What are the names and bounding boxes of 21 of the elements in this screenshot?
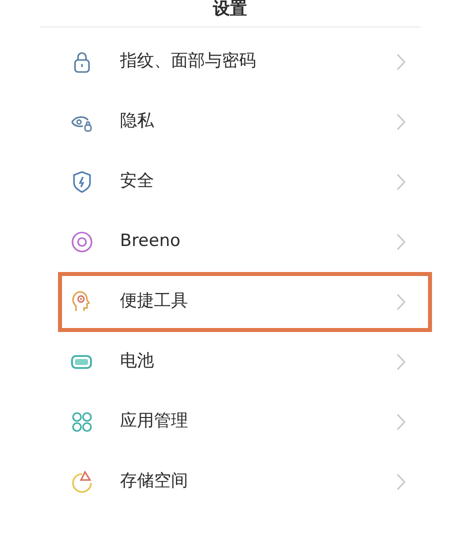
apps-icon [70, 410, 94, 434]
settings-item[interactable]: 隐私 [58, 92, 432, 152]
ring-icon [70, 230, 94, 254]
chevron-icon [396, 113, 406, 131]
chevron-icon [396, 293, 406, 311]
chevron-icon [396, 413, 406, 431]
settings-item[interactable]: 指纹、面部与密码 [58, 32, 432, 92]
settings-item[interactable]: Breeno [58, 212, 432, 272]
settings-item[interactable]: 安全 [58, 152, 432, 212]
settings-item[interactable]: 电池 [58, 332, 432, 392]
settings-item[interactable]: 便捷工具 [58, 272, 432, 332]
chevron-icon [396, 233, 406, 251]
pie-chart-icon [70, 470, 94, 494]
settings-item[interactable]: 存储空间 [58, 452, 432, 512]
chevron-icon [396, 353, 406, 371]
chevron-icon [396, 173, 406, 191]
chevron-icon [396, 473, 406, 491]
page-title: 设置 [213, 0, 247, 18]
settings-item[interactable]: 应用管理 [58, 392, 432, 452]
shield-icon [70, 170, 94, 194]
chevron-icon [396, 53, 406, 71]
